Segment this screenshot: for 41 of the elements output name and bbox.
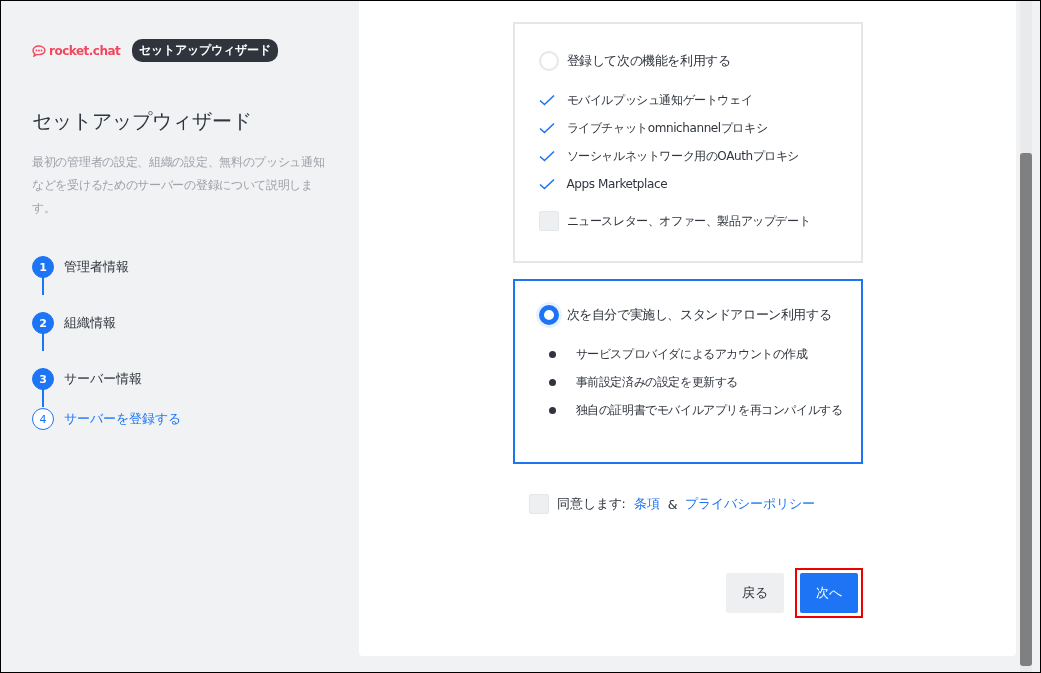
check-icon: [538, 122, 555, 134]
step-number: 1: [32, 256, 54, 278]
feature-text: Apps Marketplace: [566, 177, 668, 191]
feature-text: 独自の証明書でモバイルアプリを再コンパイルする: [575, 401, 843, 419]
wizard-badge: セットアップウィザード: [132, 39, 279, 62]
feature-text: ライブチャットomnichannelプロキシ: [566, 119, 768, 137]
ampersand-text: &: [667, 496, 678, 512]
next-button[interactable]: 次へ: [799, 573, 858, 613]
description-text: 最初の管理者の設定、組織の設定、無料のプッシュ通知などを受けるためのサーバーの登録について説明します。: [32, 154, 326, 217]
step-label: サーバー情報: [64, 370, 142, 388]
checkbox[interactable]: [538, 211, 559, 231]
feature-text: ソーシャルネットワーク用のOAuthプロキシ: [566, 147, 800, 165]
check-icon: [538, 150, 555, 162]
step-number: 4: [32, 408, 54, 430]
feature-text: 事前設定済みの設定を更新する: [575, 373, 738, 391]
step-number: 2: [32, 312, 54, 334]
check-icon: [538, 94, 555, 106]
option-label: 次を自分で実施し、スタンドアローン利用する: [566, 306, 832, 324]
terms-link[interactable]: 条項: [633, 495, 660, 513]
radio-button[interactable]: [538, 305, 559, 325]
bullet-icon: [548, 378, 556, 386]
checkbox-label: ニュースレター、オファー、製品アップデート: [566, 212, 811, 230]
checkbox[interactable]: [528, 494, 549, 514]
scrollbar[interactable]: [1020, 1, 1032, 672]
rocket-chat-logo: rocket.chat: [32, 43, 121, 58]
check-icon: [538, 178, 555, 190]
step-label: 組織情報: [64, 314, 116, 332]
agreement-text: 同意します:: [556, 495, 626, 513]
option-card[interactable]: 登録して次の機能を利用する モバイルプッシュ通知ゲートウェイ ライブチャットomnichannelプロキシ ソーシャルネットワーク用のOAuthプロキシ Apps Marketplace ニュースレター、オファー、製品アップデート: [512, 22, 863, 263]
step-label: 管理者情報: [64, 258, 129, 276]
option-label: 登録して次の機能を利用する: [566, 52, 731, 70]
feature-text: モバイルプッシュ通知ゲートウェイ: [566, 91, 753, 109]
page-title: セットアップウィザード: [32, 108, 253, 135]
bullet-icon: [548, 350, 556, 358]
privacy-link[interactable]: プライバシーポリシー: [685, 495, 816, 513]
option-card[interactable]: 次を自分で実施し、スタンドアローン利用する サービスプロバイダによるアカウントの作成 事前設定済みの設定を更新する 独自の証明書でモバイルアプリを再コンパイルする: [512, 279, 863, 464]
bullet-icon: [548, 406, 556, 414]
feature-text: サービスプロバイダによるアカウントの作成: [575, 345, 808, 363]
back-button[interactable]: 戻る: [725, 573, 784, 613]
step-number: 3: [32, 368, 54, 390]
step-label: サーバーを登録する: [64, 410, 181, 428]
